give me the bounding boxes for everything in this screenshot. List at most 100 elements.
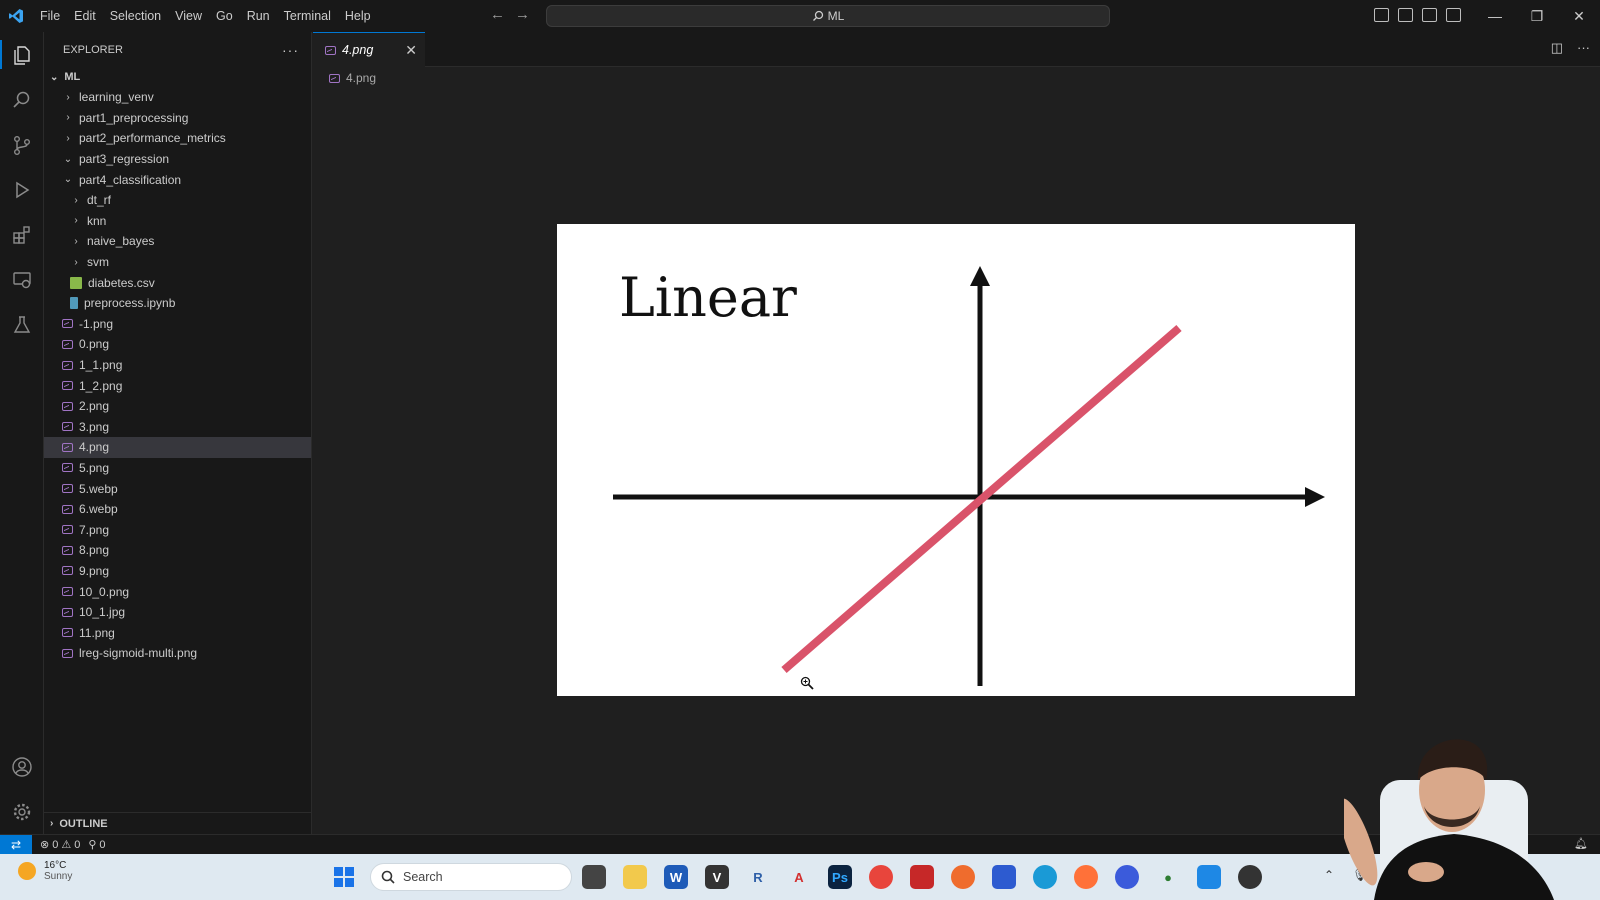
tree-item-label: 5.webp bbox=[79, 481, 118, 496]
file-explorer-icon[interactable] bbox=[623, 865, 647, 889]
menu-edit[interactable]: Edit bbox=[68, 5, 102, 27]
app-icon[interactable] bbox=[992, 865, 1016, 889]
source-control-icon[interactable] bbox=[0, 122, 44, 167]
tree-file[interactable]: 4.png bbox=[44, 437, 311, 458]
close-window-icon[interactable]: ✕ bbox=[1558, 0, 1600, 32]
tree-file[interactable]: 11.png bbox=[44, 622, 311, 643]
forward-arrow-icon[interactable]: → bbox=[515, 6, 530, 23]
workspace-root[interactable]: ⌄ ML bbox=[44, 67, 311, 87]
remote-explorer-icon[interactable] bbox=[0, 257, 44, 302]
image-preview[interactable]: Linear bbox=[557, 224, 1355, 696]
tree-file[interactable]: 5.png bbox=[44, 458, 311, 479]
back-arrow-icon[interactable]: ← bbox=[490, 6, 505, 23]
tree-folder[interactable]: › knn bbox=[44, 211, 311, 232]
tree-folder[interactable]: › naive_bayes bbox=[44, 231, 311, 252]
taskbar-search[interactable]: Search bbox=[370, 863, 572, 891]
tree-folder[interactable]: › svm bbox=[44, 252, 311, 273]
tree-folder[interactable]: › learning_venv bbox=[44, 87, 311, 108]
toggle-primary-sidebar-icon[interactable] bbox=[1374, 8, 1389, 22]
tree-file[interactable]: 6.webp bbox=[44, 499, 311, 520]
tree-file[interactable]: 0.png bbox=[44, 334, 311, 355]
more-actions-icon[interactable]: ··· bbox=[1577, 40, 1590, 56]
tree-folder[interactable]: ⌄ part3_regression bbox=[44, 149, 311, 170]
tree-file[interactable]: lreg-sigmoid-multi.png bbox=[44, 643, 311, 664]
remote-indicator-icon[interactable]: ⇄ bbox=[0, 834, 32, 855]
menu-terminal[interactable]: Terminal bbox=[278, 5, 337, 27]
tree-file[interactable]: 2.png bbox=[44, 396, 311, 417]
app-icon[interactable] bbox=[1238, 865, 1262, 889]
image-file-icon bbox=[62, 607, 73, 617]
tree-file[interactable]: 9.png bbox=[44, 561, 311, 582]
tree-file[interactable]: preprocess.ipynb bbox=[44, 293, 311, 314]
menu-run[interactable]: Run bbox=[241, 5, 276, 27]
tree-file[interactable]: diabetes.csv bbox=[44, 272, 311, 293]
start-windows-icon[interactable] bbox=[334, 867, 354, 887]
breadcrumb-file[interactable]: 4.png bbox=[346, 71, 376, 85]
tree-file[interactable]: 1_1.png bbox=[44, 355, 311, 376]
close-tab-icon[interactable]: ✕ bbox=[405, 42, 417, 59]
pdf-icon[interactable] bbox=[910, 865, 934, 889]
outline-section[interactable]: › OUTLINE bbox=[44, 812, 311, 834]
image-file-icon bbox=[62, 442, 73, 452]
search-icon[interactable] bbox=[0, 77, 44, 122]
chevron-up-icon[interactable]: ⌃ bbox=[1324, 868, 1334, 882]
firefox-icon[interactable] bbox=[1074, 865, 1098, 889]
tab-4-png[interactable]: 4.png ✕ bbox=[313, 32, 425, 67]
more-actions-icon[interactable]: ··· bbox=[282, 42, 299, 58]
menu-file[interactable]: File bbox=[34, 5, 66, 27]
acrobat-icon[interactable]: A bbox=[787, 865, 811, 889]
tree-file[interactable]: 10_1.jpg bbox=[44, 602, 311, 623]
problems-status[interactable]: ⊗ 0 ⚠ 0 bbox=[40, 838, 81, 852]
minimize-icon[interactable]: — bbox=[1474, 0, 1516, 32]
tree-file[interactable]: 3.png bbox=[44, 417, 311, 438]
word-icon[interactable]: W bbox=[664, 865, 688, 889]
tree-file[interactable]: 1_2.png bbox=[44, 375, 311, 396]
tree-item-label: 1_2.png bbox=[79, 378, 123, 393]
task-view-icon[interactable] bbox=[582, 865, 606, 889]
weather-widget[interactable]: 16°C Sunny bbox=[18, 860, 72, 882]
vscode-taskbar-icon[interactable] bbox=[1197, 865, 1221, 889]
tree-item-label: 3.png bbox=[79, 419, 110, 434]
explorer-icon[interactable] bbox=[0, 32, 44, 77]
menu-selection[interactable]: Selection bbox=[104, 5, 167, 27]
chrome-icon[interactable] bbox=[869, 865, 893, 889]
tree-item-label: learning_venv bbox=[79, 90, 154, 105]
accounts-icon[interactable] bbox=[0, 744, 44, 789]
toggle-secondary-sidebar-icon[interactable] bbox=[1422, 8, 1437, 22]
tree-folder[interactable]: ⌄ part4_classification bbox=[44, 169, 311, 190]
tree-file[interactable]: 8.png bbox=[44, 540, 311, 561]
tree-folder[interactable]: › part2_performance_metrics bbox=[44, 128, 311, 149]
run-debug-icon[interactable] bbox=[0, 167, 44, 212]
edge-icon[interactable] bbox=[1033, 865, 1057, 889]
testing-icon[interactable] bbox=[0, 302, 44, 347]
app-icon[interactable]: ● bbox=[1156, 865, 1180, 889]
vivaldi-icon[interactable]: V bbox=[705, 865, 729, 889]
restore-icon[interactable]: ❐ bbox=[1516, 0, 1558, 32]
command-center-search[interactable]: ML bbox=[546, 5, 1110, 27]
tree-file[interactable]: -1.png bbox=[44, 314, 311, 335]
menu-go[interactable]: Go bbox=[210, 5, 239, 27]
ports-status[interactable]: ⚲ 0 bbox=[88, 838, 105, 852]
tree-folder[interactable]: › part1_preprocessing bbox=[44, 108, 311, 129]
error-count: 0 bbox=[52, 838, 59, 851]
photoshop-icon[interactable]: Ps bbox=[828, 865, 852, 889]
postman-icon[interactable] bbox=[951, 865, 975, 889]
app-icon[interactable] bbox=[1115, 865, 1139, 889]
extensions-icon[interactable] bbox=[0, 212, 44, 257]
warning-count: 0 bbox=[74, 838, 81, 851]
menu-view[interactable]: View bbox=[169, 5, 208, 27]
tree-file[interactable]: 10_0.png bbox=[44, 581, 311, 602]
tree-folder[interactable]: › dt_rf bbox=[44, 190, 311, 211]
tree-item-label: svm bbox=[87, 255, 109, 270]
split-editor-icon[interactable]: ◫ bbox=[1551, 40, 1563, 56]
menu-help[interactable]: Help bbox=[339, 5, 377, 27]
command-center-label: ML bbox=[827, 9, 845, 23]
settings-gear-icon[interactable] bbox=[0, 789, 44, 834]
r-icon[interactable]: R bbox=[746, 865, 770, 889]
tree-item-label: 10_1.jpg bbox=[79, 605, 126, 620]
tree-file[interactable]: 5.webp bbox=[44, 478, 311, 499]
image-file-icon bbox=[62, 381, 73, 391]
toggle-panel-icon[interactable] bbox=[1398, 8, 1413, 22]
customize-layout-icon[interactable] bbox=[1446, 8, 1461, 22]
tree-file[interactable]: 7.png bbox=[44, 519, 311, 540]
